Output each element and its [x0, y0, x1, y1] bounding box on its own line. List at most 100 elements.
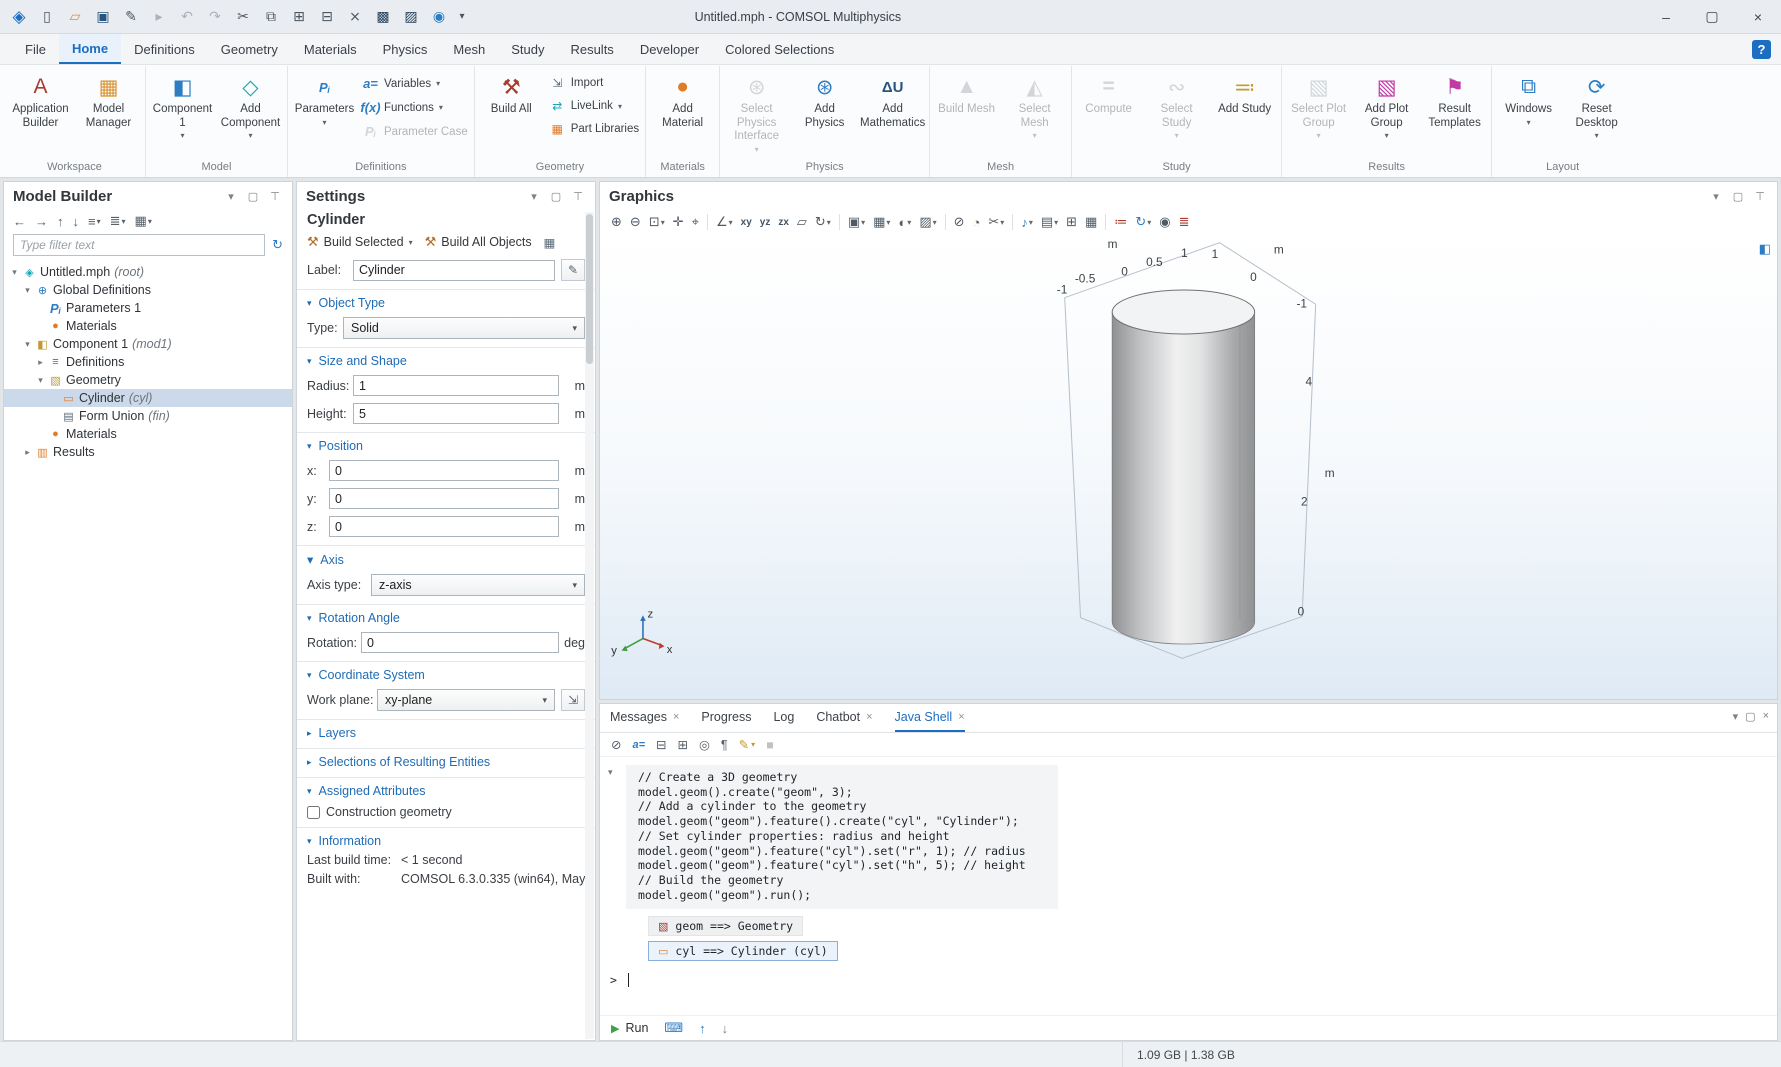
output-geom[interactable]: ▧ geom ==> Geometry — [648, 916, 803, 936]
snapshot-button[interactable]: ◉ — [1156, 212, 1173, 232]
panel-maximize-icon[interactable]: ▢ — [1730, 189, 1746, 205]
functions-button[interactable]: f(x) Functions ▾ — [359, 99, 471, 116]
graphics-canvas[interactable]: m 0.5 1 1 0 -0.5 -1 m 0 -1 4 m 2 — [600, 235, 1777, 699]
panel-menu-icon[interactable]: ▾ — [1733, 710, 1739, 723]
section-header-position[interactable]: ▾ Position — [307, 439, 585, 453]
tree-item-parameters-1[interactable]: Pᵢ Parameters 1 — [4, 299, 292, 317]
go-to-default-view-button[interactable]: ⌖ — [689, 212, 702, 232]
transparency-button[interactable]: ◔ — [970, 213, 984, 232]
collapse-arrow-icon[interactable]: ▸ — [21, 447, 34, 458]
reset-desktop-button[interactable]: ⟳ Reset Desktop ▾ — [1563, 68, 1630, 142]
close-tab-icon[interactable]: × — [958, 711, 964, 723]
scene-light-button[interactable]: ◐▾ — [895, 213, 914, 232]
radius-input[interactable] — [353, 375, 559, 396]
tab-mesh[interactable]: Mesh — [440, 34, 498, 64]
tab-chatbot[interactable]: Chatbot × — [816, 704, 872, 732]
x-input[interactable] — [329, 460, 559, 481]
nav-forward-icon[interactable]: → — [35, 214, 48, 229]
view-zx-button[interactable]: zx — [775, 215, 792, 230]
panel-pin-icon[interactable]: ⊤ — [1752, 189, 1768, 205]
java-shell-output[interactable]: ▾ // Create a 3D geometry model.geom().c… — [600, 757, 1777, 1015]
section-header-size-shape[interactable]: ▾ Size and Shape — [307, 354, 585, 368]
view-xy-button[interactable]: xy — [738, 215, 755, 230]
add-physics-button[interactable]: ⊛ Add Physics — [791, 68, 858, 132]
tree-item-cylinder[interactable]: ▭ Cylinder (cyl) — [4, 389, 292, 407]
tree-item-materials-global[interactable]: ● Materials — [4, 317, 292, 335]
panel-maximize-icon[interactable]: ▢ — [548, 189, 564, 205]
height-input[interactable] — [353, 403, 559, 424]
section-header-assigned-attributes[interactable]: ▾ Assigned Attributes — [307, 784, 585, 798]
collapse-arrow-icon[interactable]: ▸ — [34, 357, 47, 368]
settings-scrollbar[interactable] — [585, 212, 594, 1039]
duplicate-icon[interactable]: ⊟ — [314, 5, 340, 29]
tab-study[interactable]: Study — [498, 34, 557, 64]
add-component-button[interactable]: ◇ Add Component ▾ — [217, 68, 284, 142]
application-builder-button[interactable]: A Application Builder — [7, 68, 74, 132]
zoom-out-button[interactable]: ⊖ — [627, 212, 644, 232]
section-header-layers[interactable]: ▸ Layers — [307, 726, 585, 740]
section-header-axis[interactable]: ▾ Axis — [307, 552, 585, 567]
expand-arrow-icon[interactable]: ▾ — [8, 267, 21, 278]
cylinder-3d[interactable] — [1112, 290, 1254, 644]
environment-button[interactable]: ▨▾ — [916, 212, 939, 232]
rotate-button[interactable]: ↻▾ — [812, 212, 834, 232]
component-1-button[interactable]: ◧ Component 1 ▾ — [149, 68, 216, 142]
previous-command-icon[interactable]: ↑ — [699, 1021, 706, 1036]
add-mathematics-button[interactable]: ΔU Add Mathematics — [859, 68, 926, 132]
axis-type-select[interactable]: z-axis ▾ — [371, 574, 585, 596]
open-file-icon[interactable]: ▱ — [62, 5, 88, 29]
tree-item-geometry[interactable]: ▾ ▧ Geometry — [4, 371, 292, 389]
color-button[interactable]: ▣▾ — [845, 212, 868, 232]
add-study-button[interactable]: ≕ Add Study — [1211, 68, 1278, 119]
zoom-in-button[interactable]: ⊕ — [608, 212, 625, 232]
nav-back-icon[interactable]: ← — [13, 214, 26, 229]
panel-maximize-icon[interactable]: ▢ — [1745, 710, 1755, 723]
tree-options-icon[interactable]: ▦▾ — [135, 213, 152, 229]
clipping-button[interactable]: ✂▾ — [985, 212, 1007, 232]
save-as-icon[interactable]: ✎ — [118, 5, 144, 29]
model-builder-window-icon[interactable]: ▩ — [370, 5, 396, 29]
tab-colored-selections[interactable]: Colored Selections — [712, 34, 847, 64]
tab-physics[interactable]: Physics — [370, 34, 441, 64]
tree-item-global-definitions[interactable]: ▾ ⊕ Global Definitions — [4, 281, 292, 299]
highlight-icon[interactable]: ✎▾ — [739, 737, 756, 752]
shell-prompt[interactable]: > — [610, 973, 1767, 987]
move-up-icon[interactable]: ↑ — [57, 214, 64, 229]
tab-java-shell[interactable]: Java Shell × — [895, 704, 965, 732]
tab-log[interactable]: Log — [773, 704, 794, 732]
material-rendering-button[interactable]: ▦▾ — [870, 212, 893, 232]
model-manager-button[interactable]: ▦ Model Manager — [75, 68, 142, 132]
view-dropdown-button[interactable]: ∠▾ — [713, 212, 736, 232]
copy-icon[interactable]: ⧉ — [258, 5, 284, 29]
search-icon[interactable]: ◉ — [426, 5, 452, 29]
expand-all-icon[interactable]: ⊞ — [678, 737, 688, 752]
section-header-selections[interactable]: ▸ Selections of Resulting Entities — [307, 755, 585, 769]
section-header-coordinate-system[interactable]: ▾ Coordinate System — [307, 668, 585, 682]
selection-list-button[interactable]: ≔ — [1111, 212, 1130, 232]
panel-close-icon[interactable]: × — [1763, 710, 1769, 723]
parameters-button[interactable]: Pᵢ Parameters ▾ — [291, 68, 358, 129]
collapse-all-icon[interactable]: ⊟ — [656, 737, 666, 752]
variables-icon[interactable]: a= — [632, 739, 645, 751]
move-down-icon[interactable]: ↓ — [73, 214, 80, 229]
hide-objects-button[interactable]: ⊘ — [951, 212, 968, 232]
help-button[interactable]: ? — [1752, 40, 1771, 59]
tab-definitions[interactable]: Definitions — [121, 34, 208, 64]
section-header-object-type[interactable]: ▾ Object Type — [307, 296, 585, 310]
tree-item-component-1[interactable]: ▾ ◧ Component 1 (mod1) — [4, 335, 292, 353]
z-input[interactable] — [329, 516, 559, 537]
tab-home[interactable]: Home — [59, 34, 121, 64]
build-all-objects-button[interactable]: ⚒ Build All Objects — [425, 234, 532, 250]
panel-maximize-icon[interactable]: ▢ — [245, 189, 261, 205]
tab-geometry[interactable]: Geometry — [208, 34, 291, 64]
zoom-extents-button[interactable]: ✛ — [670, 212, 687, 232]
import-button[interactable]: ⇲ Import — [546, 75, 642, 91]
window-layout-button[interactable]: ▤▾ — [1038, 212, 1061, 232]
run-button[interactable]: ▶ Run — [611, 1021, 648, 1035]
show-menu-icon[interactable]: ≡▾ — [88, 214, 101, 229]
fold-marker-icon[interactable]: ▾ — [608, 767, 613, 778]
tree-item-materials-component[interactable]: ● Materials — [4, 425, 292, 443]
customize-toolbar-chevron-icon[interactable]: ▾ — [454, 5, 470, 29]
minimize-button[interactable]: – — [1643, 0, 1689, 34]
panel-menu-icon[interactable]: ▾ — [526, 189, 542, 205]
